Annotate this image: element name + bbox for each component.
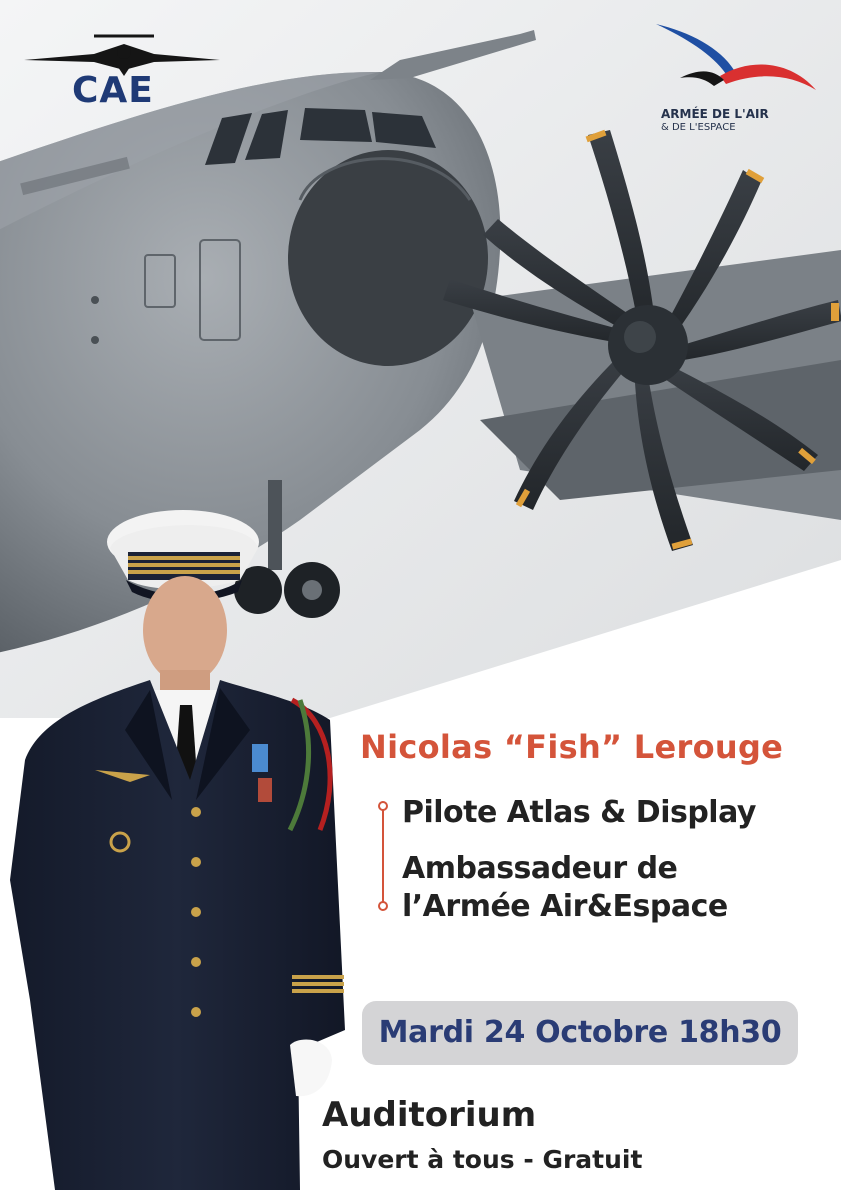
event-access: Ouvert à tous - Gratuit bbox=[322, 1145, 643, 1174]
date-box: Mardi 24 Octobre 18h30 bbox=[362, 1001, 798, 1065]
role-pilot: Pilote Atlas & Display bbox=[402, 795, 756, 830]
event-date: Mardi 24 Octobre 18h30 bbox=[378, 1015, 782, 1050]
role-ambassador-line1: Ambassadeur de bbox=[402, 851, 678, 886]
speaker-name: Nicolas “Fish” Lerouge bbox=[360, 728, 784, 766]
cae-logo-text: CAE bbox=[72, 70, 154, 111]
event-venue: Auditorium bbox=[322, 1095, 537, 1135]
armee-air-logo-line1: ARMÉE DE L'AIR bbox=[661, 107, 769, 121]
armee-air-logo-line2: & DE L'ESPACE bbox=[661, 122, 736, 133]
event-poster: CAE ARMÉE DE L'AIR & DE L'ESPACE Nicolas… bbox=[0, 0, 841, 1190]
role-ambassador-line2: l’Armée Air&Espace bbox=[402, 889, 728, 924]
roles-connector-line bbox=[382, 806, 384, 910]
